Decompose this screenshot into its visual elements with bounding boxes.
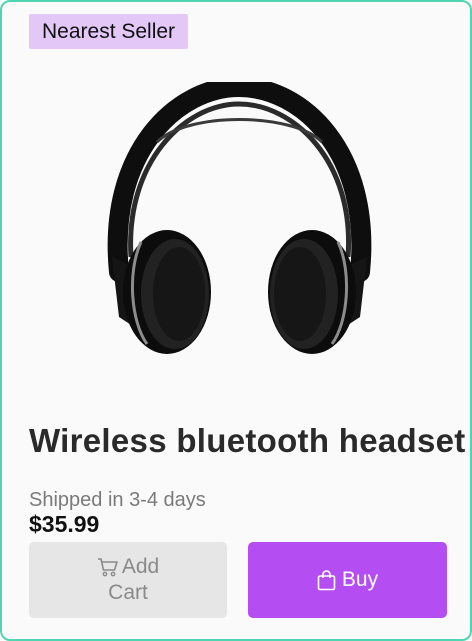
- shipping-info: Shipped in 3-4 days: [29, 489, 206, 511]
- buy-button[interactable]: Buy: [248, 542, 447, 618]
- nearest-seller-badge: Nearest Seller: [29, 14, 189, 49]
- cart-icon: [97, 558, 118, 577]
- product-title: Wireless bluetooth headset: [29, 422, 466, 459]
- add-to-cart-label-line1: Add: [121, 555, 160, 578]
- shopping-bag-icon: [317, 569, 336, 590]
- product-card: Nearest Seller Wireless bluetooth headse…: [0, 0, 472, 641]
- buy-label: Buy: [341, 568, 379, 591]
- add-to-cart-label-line2: Cart: [108, 581, 148, 604]
- product-price: $35.99: [29, 511, 100, 537]
- headphones-image: [107, 82, 372, 354]
- add-to-cart-button[interactable]: Add Cart: [29, 542, 227, 618]
